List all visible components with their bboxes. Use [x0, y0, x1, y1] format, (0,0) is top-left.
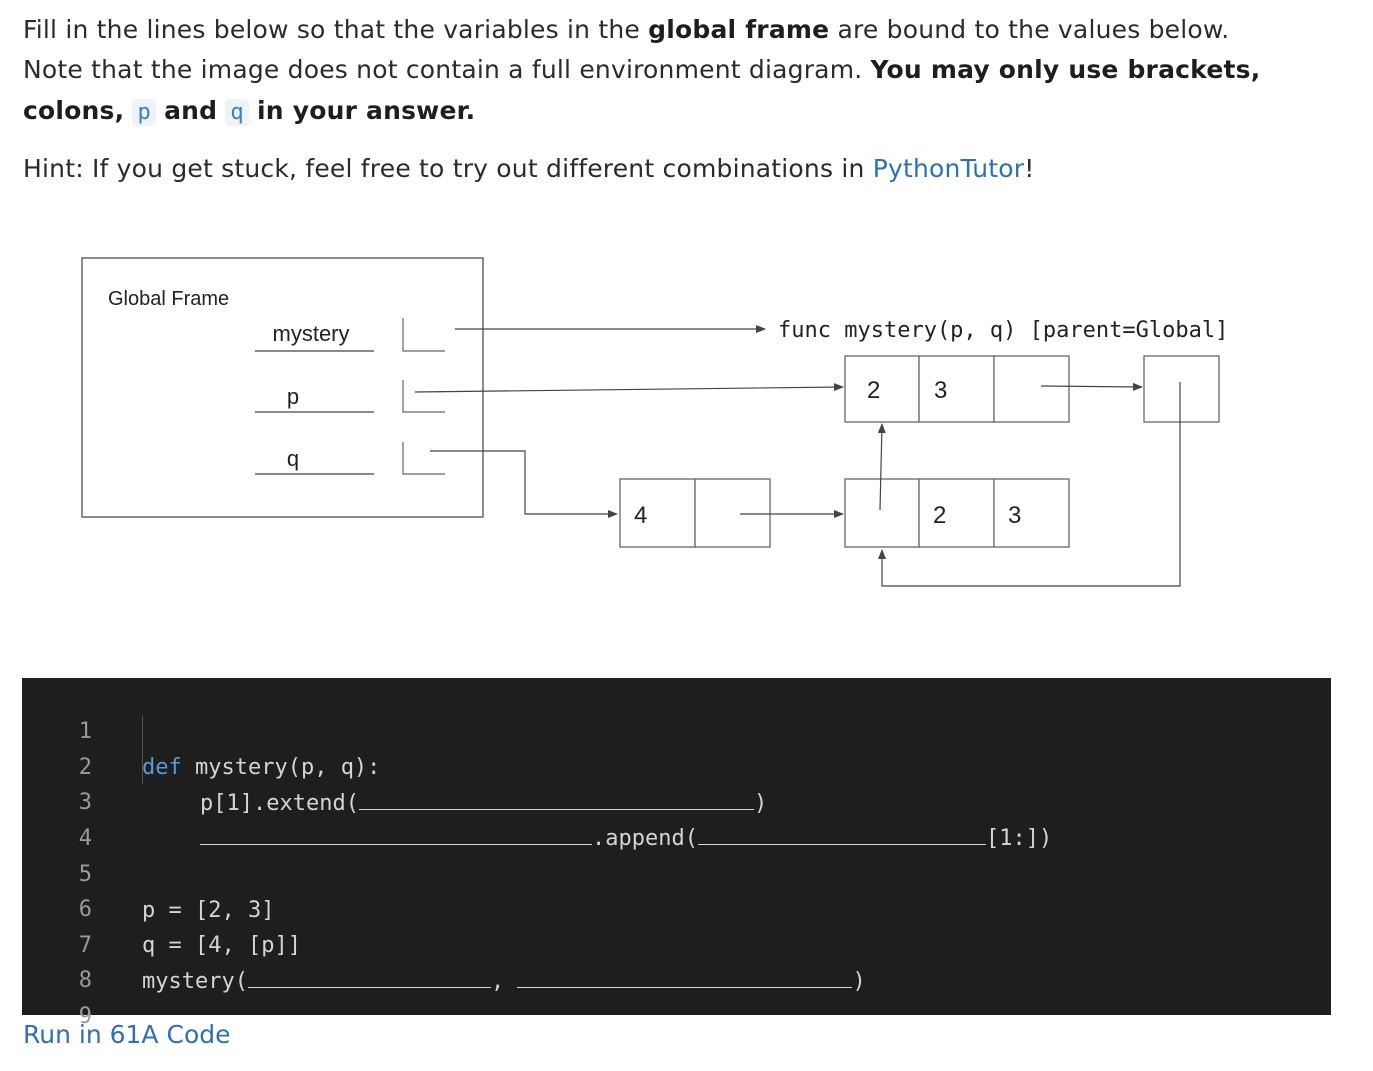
var-mystery-label: mystery: [273, 321, 350, 346]
environment-diagram: Global Frame mystery p q func mystery(p,…: [81, 257, 1228, 587]
list-p: 2 3: [844, 355, 1070, 423]
global-frame-emphasis: global frame: [648, 15, 830, 44]
rule-emphasis: You may only use brackets,: [870, 55, 1261, 84]
code-line-3: 3 .append([1:]): [22, 749, 1331, 851]
p-slot: [402, 380, 445, 413]
global-frame-box: Global Frame mystery p q: [81, 257, 484, 518]
list-inner-item-1: 2: [933, 502, 946, 529]
code-line-4: 4: [22, 785, 1331, 851]
code-line-2: 2 p[1].extend(): [22, 714, 1331, 816]
code-line-7: 7 mystery(, ): [22, 892, 1331, 994]
code-editor: 1 def mystery(p, q): 2 p[1].extend() 3 .…: [22, 678, 1331, 1029]
instructions-line-2: Note that the image does not contain a f…: [23, 55, 1261, 84]
list-single: [1143, 355, 1220, 423]
var-p-label: p: [287, 384, 299, 409]
p-code-chip: p: [132, 99, 156, 126]
var-q-label: q: [287, 446, 299, 471]
list-q-item-0: 4: [634, 502, 647, 529]
hint-text: Hint: If you get stuck, feel free to try…: [23, 154, 1035, 183]
p-pointer-arrow: [414, 383, 844, 393]
list-q: 4: [619, 478, 771, 548]
code-line-6: 6 q = [4, [p]]: [22, 856, 1331, 958]
q-slot: [402, 442, 445, 475]
code-line-5: 5 p = [2, 3]: [22, 821, 1331, 923]
instructions-line-3: colons, p and q in your answer.: [23, 96, 476, 126]
global-frame-title: Global Frame: [108, 288, 229, 310]
function-object-label: func mystery(p, q) [parent=Global]: [778, 318, 1228, 343]
list-p-item-0: 2: [867, 377, 880, 404]
list-inner: 2 3: [844, 478, 1070, 548]
pythontutor-link[interactable]: PythonTutor: [873, 154, 1025, 183]
list-p-item-1: 3: [934, 377, 947, 404]
instructions-line-1: Fill in the lines below so that the vari…: [23, 15, 1230, 44]
q-code-chip: q: [225, 99, 249, 126]
run-in-61a-code-link[interactable]: Run in 61A Code: [23, 1016, 230, 1054]
mystery-slot: [402, 318, 445, 352]
code-line-1: 1 def mystery(p, q):: [22, 678, 1331, 780]
code-line-9: 9: [22, 963, 1331, 1029]
code-line-8: 8: [22, 927, 1331, 993]
list-inner-item-2: 3: [1008, 502, 1021, 529]
q-pointer-arrow: [430, 450, 618, 518]
